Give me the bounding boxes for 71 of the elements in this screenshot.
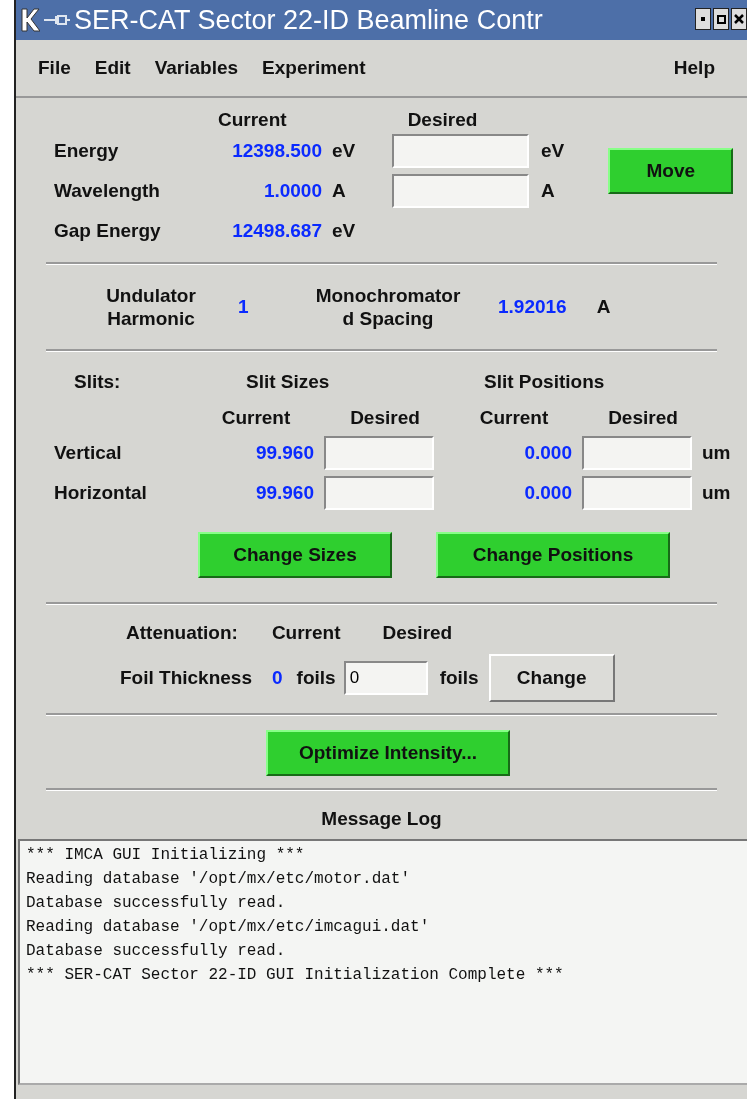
- input-field[interactable]: [324, 476, 434, 510]
- unit-label: A: [596, 294, 611, 319]
- change-button[interactable]: Change: [488, 654, 615, 702]
- message-log-title: Message Log: [321, 807, 442, 831]
- d-spacing-value: 1.92016: [498, 294, 567, 319]
- row-label: Energy: [53, 138, 120, 163]
- log-line: Reading database '/opt/mx/etc/motor.dat': [26, 869, 412, 890]
- column-header: Desired: [382, 621, 453, 645]
- input-field[interactable]: [392, 134, 529, 168]
- group-header: Slit Sizes: [246, 370, 331, 394]
- menu-item[interactable]: Experiment: [262, 53, 366, 83]
- input-field[interactable]: [392, 174, 529, 208]
- position-value: 0.000: [523, 480, 572, 505]
- pin-icon: [44, 13, 70, 27]
- log-line: Database successfully read.: [26, 893, 287, 914]
- unit-label: foils: [296, 665, 336, 690]
- column-header: Desired: [349, 406, 421, 430]
- unit-label: A: [332, 178, 347, 203]
- change-sizes-button[interactable]: Change Sizes: [198, 532, 392, 578]
- unit-label: um: [702, 440, 731, 465]
- current-value: 1.0000: [262, 178, 322, 203]
- slits-label: Slits:: [74, 370, 122, 394]
- unit-label: foils: [439, 665, 479, 690]
- row-label: Wavelength: [53, 178, 161, 203]
- menu-item[interactable]: Edit: [94, 53, 131, 83]
- change-positions-button[interactable]: Change Positions: [436, 532, 670, 578]
- minimize-button[interactable]: [695, 8, 711, 30]
- optimize-button[interactable]: Optimize Intensity...: [266, 730, 510, 776]
- foil-current-value: 0: [272, 665, 283, 690]
- move-button[interactable]: Move: [608, 148, 734, 194]
- unit-label: eV: [332, 138, 357, 163]
- foil-thickness-label: Foil Thickness: [120, 665, 252, 690]
- column-header: Desired: [407, 108, 478, 130]
- unit-label: eV: [541, 138, 565, 163]
- position-value: 0.000: [523, 440, 572, 465]
- input-field[interactable]: 0: [343, 661, 428, 695]
- menu-item[interactable]: Variables: [154, 53, 239, 83]
- close-icon: [734, 14, 744, 24]
- menu-item[interactable]: File: [38, 53, 71, 83]
- maximize-button[interactable]: [713, 8, 729, 30]
- size-value: 99.960: [254, 480, 314, 505]
- unit-label: eV: [332, 218, 357, 243]
- harmonic-value: 1: [238, 294, 250, 319]
- current-value: 12498.687: [231, 218, 322, 243]
- menu-item[interactable]: Help: [673, 53, 715, 83]
- group-header: Slit Positions: [484, 370, 605, 394]
- size-value: 99.960: [254, 440, 314, 465]
- row-label: Horizontal: [54, 480, 148, 505]
- k-logo-icon: [20, 7, 40, 33]
- harmonic-label: Undulator Harmonic: [105, 284, 197, 330]
- column-header: Current: [271, 621, 341, 645]
- input-field[interactable]: [582, 476, 692, 510]
- window-title: SER-CAT Sector 22-ID Beamline Contr: [74, 3, 543, 37]
- input-field[interactable]: [582, 436, 692, 470]
- column-header: Current: [478, 406, 550, 430]
- column-header: Current: [218, 108, 287, 130]
- column-header: Current: [220, 406, 292, 430]
- close-button[interactable]: [731, 8, 747, 30]
- log-line: Database successfully read.: [26, 941, 287, 962]
- row-label: Vertical: [54, 440, 123, 465]
- column-header: Desired: [607, 406, 679, 430]
- row-label: Gap Energy: [53, 218, 162, 243]
- unit-label: um: [702, 480, 731, 505]
- log-line: *** IMCA GUI Initializing ***: [26, 845, 306, 866]
- input-field[interactable]: [324, 436, 434, 470]
- log-line: *** SER-CAT Sector 22-ID GUI Initialization Complete ***: [26, 965, 565, 986]
- current-value: 12398.500: [231, 138, 322, 163]
- attenuation-label: Attenuation:: [126, 621, 238, 645]
- d-spacing-label: Monochromator d Spacing: [314, 284, 462, 330]
- unit-label: A: [541, 178, 555, 203]
- log-line: Reading database '/opt/mx/etc/imcagui.dat': [26, 917, 431, 938]
